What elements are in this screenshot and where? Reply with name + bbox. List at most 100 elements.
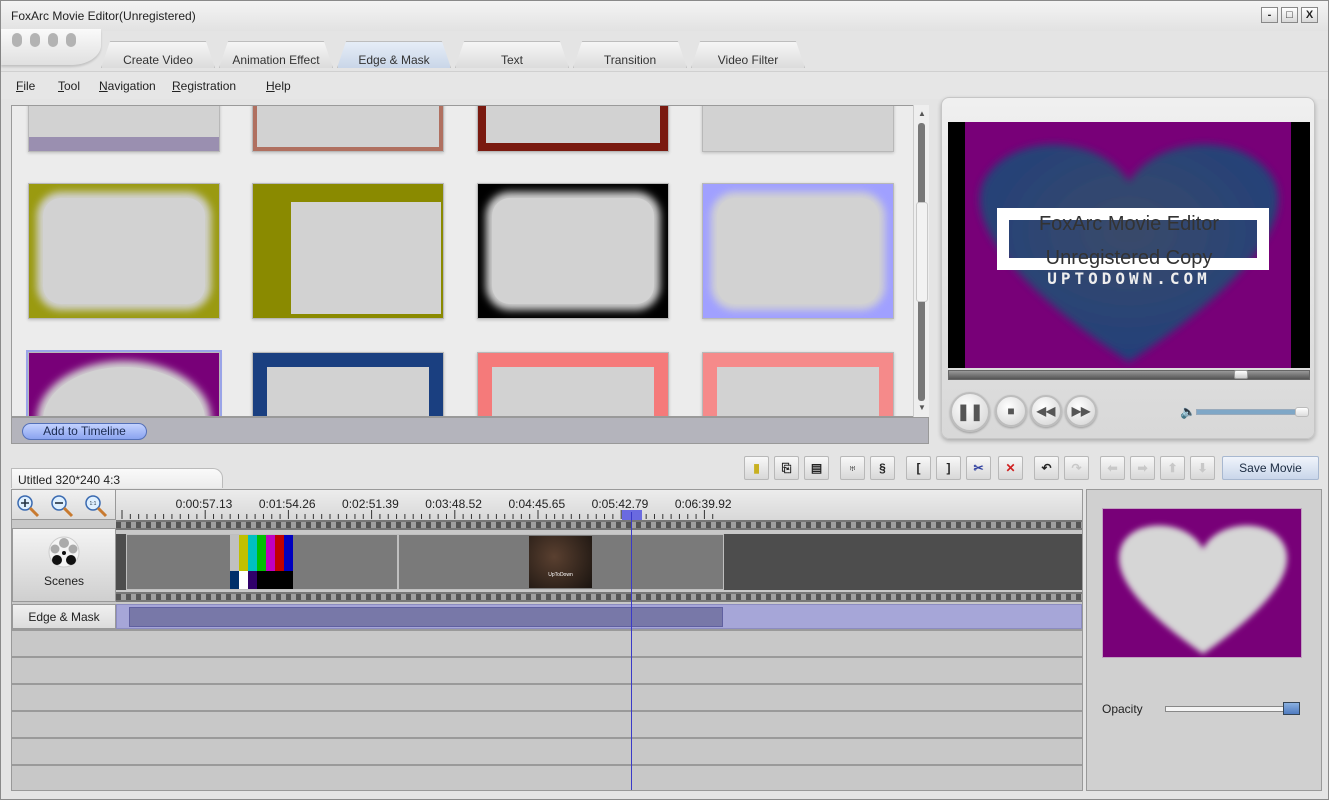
move-up-button[interactable]: ⬆ (1160, 456, 1185, 480)
mark-out-button[interactable]: ] (936, 456, 961, 480)
mask-thumbnail-olive-scratch-frame[interactable] (28, 183, 220, 319)
mask-thumbnail-lavender-cloud-frame[interactable] (702, 183, 894, 319)
color-bars-clip[interactable] (126, 534, 398, 590)
color-bar-bottom (257, 571, 266, 589)
tab-edge-mask[interactable]: Edge & Mask (337, 41, 451, 68)
film-strip-bottom (116, 592, 1082, 602)
tab-text[interactable]: Text (455, 41, 569, 68)
pause-icon: ❚❚ (956, 404, 984, 421)
opacity-label: Opacity (1102, 702, 1143, 716)
scroll-thumb[interactable] (916, 202, 928, 302)
opacity-knob[interactable] (1283, 702, 1300, 715)
zoom-fit-icon[interactable]: 1:1 (84, 494, 108, 518)
track-divider (12, 710, 1082, 712)
scenes-track[interactable]: UpToDown (116, 534, 1082, 590)
menu-navigation[interactable]: Navigation (99, 79, 156, 93)
rewind-button[interactable]: ◀◀ (1030, 395, 1062, 427)
minimize-button[interactable]: - (1261, 7, 1278, 23)
close-button[interactable]: X (1301, 7, 1318, 23)
record-button[interactable]: § (870, 456, 895, 480)
mask-thumbnail-blue-stars-frame[interactable] (252, 352, 444, 416)
redo-button[interactable]: ↷ (1064, 456, 1089, 480)
zoom-in-icon[interactable] (16, 494, 40, 518)
mask-thumbnail-red-ornate-frame[interactable] (477, 106, 669, 152)
mask-thumbnail-gradient-bottom-frame[interactable] (28, 106, 220, 152)
playhead-marker[interactable] (622, 510, 642, 520)
split-audio-button[interactable]: ♅ (840, 456, 865, 480)
scenes-track-header[interactable]: Scenes (12, 528, 116, 602)
zoom-out-icon[interactable] (50, 494, 74, 518)
seek-bar[interactable] (948, 370, 1310, 380)
redo-icon: ↷ (1071, 461, 1082, 475)
mask-gallery (11, 105, 929, 417)
opacity-slider[interactable] (1165, 702, 1300, 715)
mark-in-button[interactable]: [ (906, 456, 931, 480)
volume-knob[interactable] (1295, 407, 1309, 417)
seek-knob[interactable] (1234, 370, 1249, 379)
undo-button[interactable]: ↶ (1034, 456, 1059, 480)
thumbnail-center (43, 367, 205, 416)
delete-button[interactable]: ✕ (998, 456, 1023, 480)
time-ruler[interactable]: 0:00:57.13 0:01:54.26 0:02:51.39 0:03:48.52… (116, 490, 1082, 520)
color-bar (257, 535, 266, 571)
playhead-line[interactable] (631, 512, 632, 790)
edge-mask-track-header[interactable]: Edge & Mask (12, 604, 116, 629)
menu-registration[interactable]: Registration (172, 79, 236, 93)
move-down-button[interactable]: ⬇ (1190, 456, 1215, 480)
tab-animation-effect[interactable]: Animation Effect (219, 41, 333, 68)
project-tab[interactable]: Utitled 320*240 4:3 (11, 468, 223, 488)
mask-thumbnail-pink-hearts-frame[interactable] (477, 352, 669, 416)
save-project-button[interactable]: ▤ (804, 456, 829, 480)
color-bar-bottom (266, 571, 275, 589)
color-bar (284, 535, 293, 571)
thumbnail-center (257, 106, 439, 147)
rewind-icon: ◀◀ (1036, 404, 1056, 418)
mask-thumbnail-purple-heart-frame[interactable] (26, 350, 222, 416)
ruler-label: 0:06:39.92 (674, 497, 732, 511)
thumbnail-center (29, 106, 219, 137)
cut-icon: ✂ (973, 461, 984, 475)
cut-button[interactable]: ✂ (966, 456, 991, 480)
scenes-label: Scenes (43, 574, 85, 588)
logo-dot (30, 33, 40, 47)
mask-thumbnail-film-strip-frame[interactable] (702, 106, 894, 152)
edge-mask-track[interactable] (116, 604, 1082, 629)
mask-thumbnail-black-scroll-frame[interactable] (477, 183, 669, 319)
thumbnail-center (717, 198, 879, 304)
menu-file[interactable]: File (16, 79, 35, 93)
thumbnail-center (267, 367, 429, 416)
color-bar-bottom (248, 571, 257, 589)
ruler-label: 0:04:45.65 (508, 497, 566, 511)
move-right-button[interactable]: ➡ (1130, 456, 1155, 480)
tab-transition[interactable]: Transition (573, 41, 687, 68)
thumbnail-center (492, 198, 654, 304)
color-bar (230, 535, 239, 571)
scroll-down-arrow-icon[interactable]: ▼ (914, 401, 930, 415)
scroll-up-arrow-icon[interactable]: ▲ (914, 107, 930, 121)
tab-video-filter[interactable]: Video Filter (691, 41, 805, 68)
import-button[interactable]: ⎘ (774, 456, 799, 480)
logo-dot (12, 33, 22, 47)
mask-thumbnail-brown-thin-frame[interactable] (252, 106, 444, 152)
move-left-button[interactable]: ⬅ (1100, 456, 1125, 480)
fast-forward-button[interactable]: ▶▶ (1065, 395, 1097, 427)
track-divider (12, 764, 1082, 766)
tab-create-video[interactable]: Create Video (101, 41, 215, 68)
mask-thumbnail-pink-floral-frame[interactable] (702, 352, 894, 416)
film-button[interactable]: ▮ (744, 456, 769, 480)
mark-in-icon: [ (916, 461, 921, 475)
thumbnail-center (492, 367, 654, 416)
gallery-scrollbar[interactable]: ▲ ▼ (913, 105, 929, 417)
timeline: 1:1 0:00:57.13 0:01:54.26 0:02:51.39 0:03:4… (11, 489, 1083, 791)
mask-thumbnail-olive-music-frame[interactable] (252, 183, 444, 319)
add-to-timeline-button[interactable]: Add to Timeline (22, 423, 147, 440)
menu-help[interactable]: Help (266, 79, 291, 93)
stop-button[interactable]: ■ (995, 395, 1027, 427)
maximize-button[interactable]: □ (1281, 7, 1298, 23)
save-movie-button[interactable]: Save Movie (1222, 456, 1319, 480)
uptodown-clip[interactable]: UpToDown (398, 534, 724, 590)
volume-slider[interactable] (1196, 407, 1309, 417)
pause-button[interactable]: ❚❚ (950, 392, 990, 432)
heart-mask-clip[interactable] (129, 607, 723, 627)
menu-tool[interactable]: Tool (58, 79, 80, 93)
